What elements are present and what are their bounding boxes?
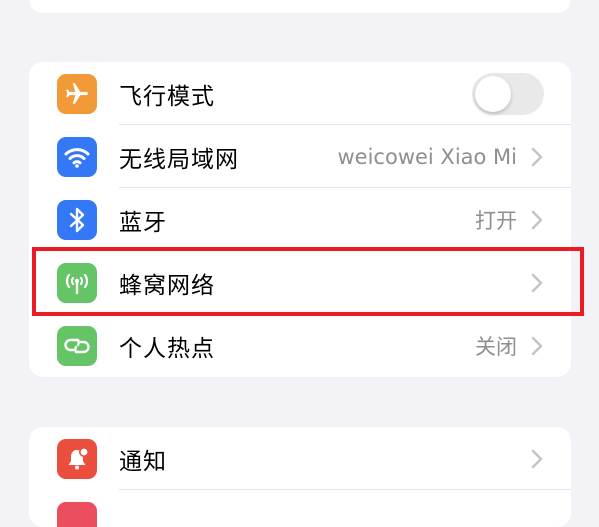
settings-group-connectivity: 飞行模式 无线局域网 weicowei Xiao Mi 蓝牙 打开 蜂窝网络 个…: [29, 62, 571, 377]
toggle-knob: [475, 76, 511, 112]
notifications-label: 通知: [119, 448, 167, 475]
wifi-label: 无线局域网: [119, 146, 239, 173]
personal-hotspot-status-value: 关闭: [475, 334, 517, 359]
bluetooth-label: 蓝牙: [119, 209, 167, 236]
highlight-box-cellular: [32, 247, 584, 316]
bluetooth-icon: [57, 200, 97, 240]
row-airplane-mode[interactable]: 飞行模式: [29, 62, 571, 125]
settings-group-top-partial: [29, 0, 571, 13]
airplane-mode-toggle[interactable]: [472, 73, 544, 115]
row-personal-hotspot[interactable]: 个人热点 关闭: [29, 314, 571, 377]
chevron-right-icon: [531, 147, 543, 167]
wifi-network-value: weicowei Xiao Mi: [337, 144, 518, 169]
airplane-mode-label: 飞行模式: [119, 83, 215, 110]
chevron-right-icon: [531, 210, 543, 230]
settings-group-notifications: 通知: [29, 427, 571, 527]
row-notifications[interactable]: 通知: [29, 427, 571, 490]
row-bluetooth[interactable]: 蓝牙 打开: [29, 188, 571, 251]
notification-bell-icon: [57, 439, 97, 479]
red-app-icon: [57, 502, 97, 527]
row-partial-next[interactable]: [29, 490, 571, 527]
wifi-icon: [57, 137, 97, 177]
airplane-icon: [57, 74, 97, 114]
bluetooth-status-value: 打开: [475, 208, 517, 233]
hotspot-link-icon: [57, 326, 97, 366]
chevron-right-icon: [531, 449, 543, 469]
row-wifi[interactable]: 无线局域网 weicowei Xiao Mi: [29, 125, 571, 188]
chevron-right-icon: [531, 336, 543, 356]
personal-hotspot-label: 个人热点: [119, 335, 215, 362]
